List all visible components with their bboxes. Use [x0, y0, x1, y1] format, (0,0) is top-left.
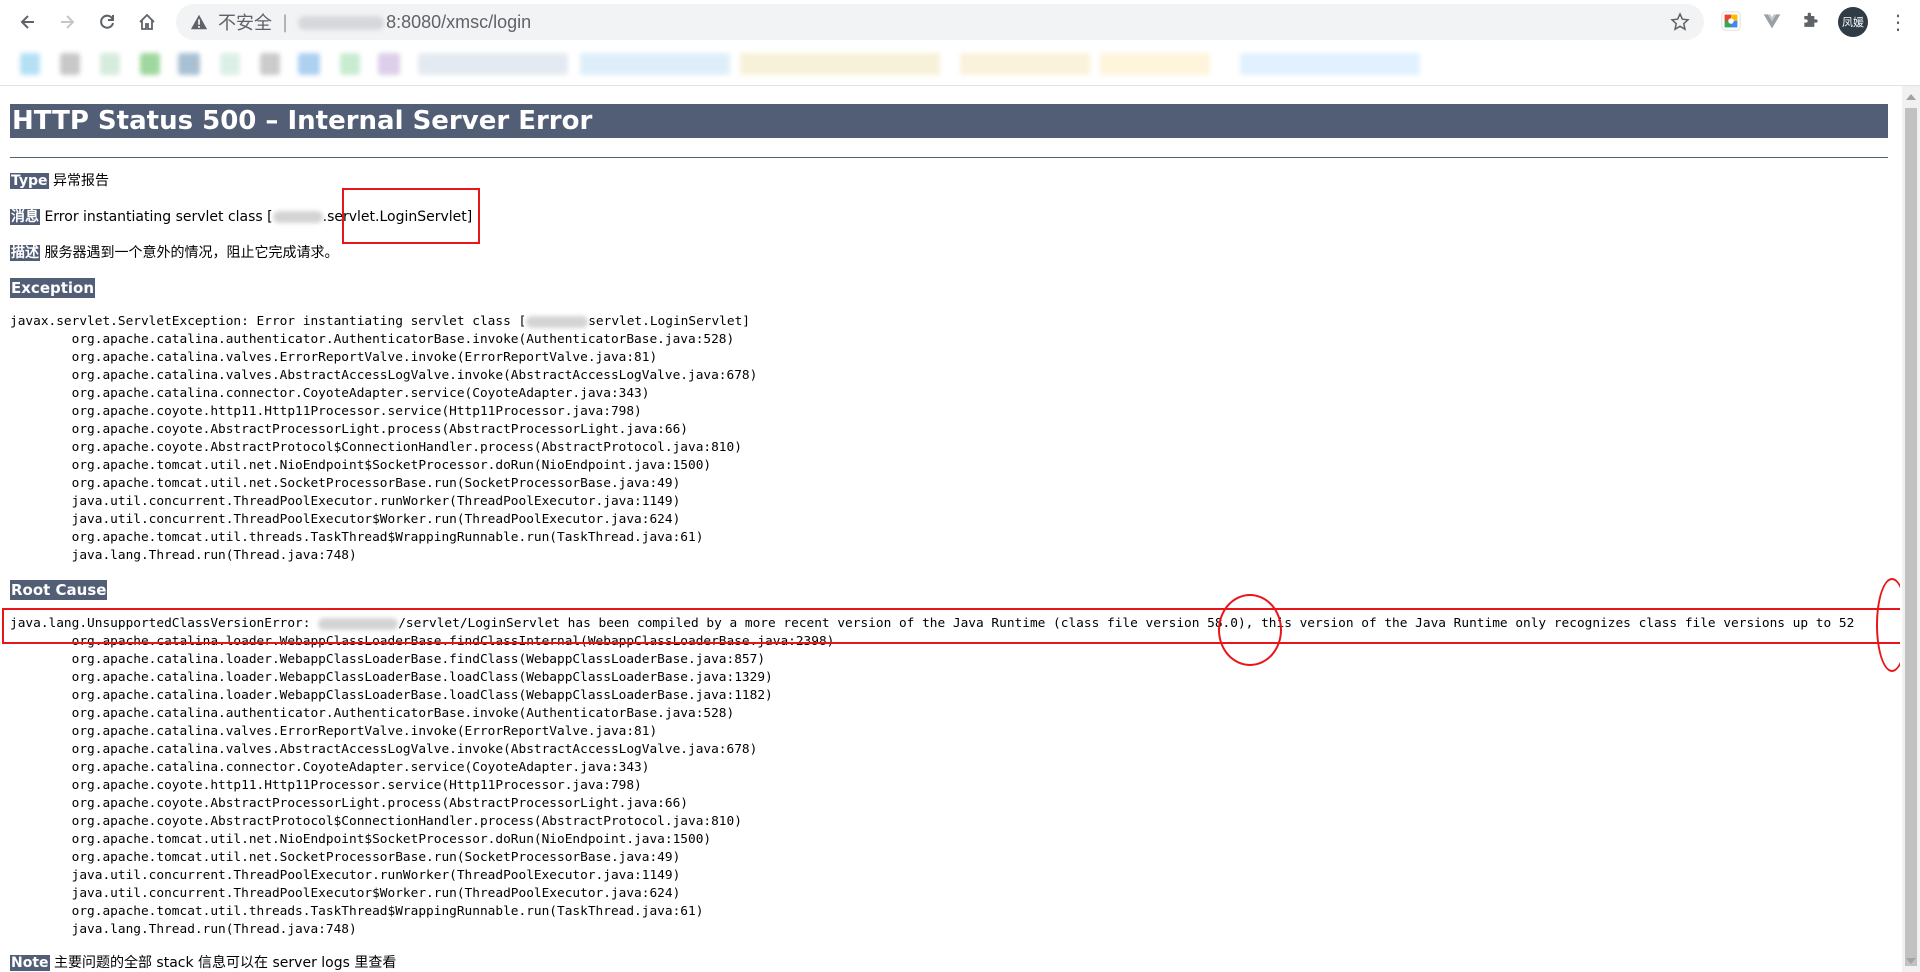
stack-trace-line: org.apache.tomcat.util.net.NioEndpoint$S… [71, 458, 712, 473]
extension-icon[interactable] [1718, 8, 1744, 34]
bookmark-item[interactable] [1100, 53, 1210, 75]
exception-stack-trace: org.apache.catalina.authenticator.Authen… [10, 331, 758, 565]
scrollbar-thumb[interactable] [1905, 108, 1917, 966]
reload-button[interactable] [87, 2, 127, 42]
divider [10, 157, 1888, 158]
stack-trace-line: org.apache.tomcat.util.threads.TaskThrea… [71, 904, 704, 919]
stack-trace-line: org.apache.tomcat.util.net.NioEndpoint$S… [71, 832, 712, 847]
exception-first-prefix: javax.servlet.ServletException: Error in… [10, 314, 527, 329]
note-label: Note [10, 955, 50, 971]
scroll-up-icon[interactable] [1906, 94, 1916, 100]
redacted-host [298, 15, 385, 30]
warning-icon[interactable] [190, 13, 208, 31]
forward-button[interactable] [47, 2, 87, 42]
stack-trace-line: org.apache.coyote.AbstractProcessorLight… [71, 422, 688, 437]
stack-trace-line: org.apache.coyote.AbstractProcessorLight… [71, 796, 688, 811]
stack-trace-line: org.apache.catalina.valves.AbstractAcces… [71, 742, 758, 757]
security-label[interactable]: 不安全 [218, 9, 272, 35]
stack-trace-line: org.apache.coyote.AbstractProtocol$Conne… [71, 814, 742, 829]
url-text[interactable]: 8:8080/xmsc/login [298, 12, 531, 33]
scroll-down-icon[interactable] [1906, 958, 1916, 964]
stack-trace-line: org.apache.catalina.loader.WebappClassLo… [71, 652, 766, 667]
bookmark-item[interactable] [220, 53, 240, 75]
forward-icon [61, 15, 75, 29]
address-bar[interactable]: 不安全 | 8:8080/xmsc/login [176, 4, 1704, 40]
annotation-box-root-cause [2, 608, 1900, 644]
page-content: HTTP Status 500 – Internal Server Error … [0, 86, 1900, 972]
bookmark-item[interactable] [418, 53, 568, 75]
bookmarks-bar [0, 45, 1920, 86]
bookmark-item[interactable] [260, 53, 280, 75]
back-icon [20, 15, 34, 29]
kebab-menu-icon[interactable]: ⋮ [1888, 8, 1908, 36]
stack-trace-line: java.lang.Thread.run(Thread.java:748) [71, 922, 357, 937]
note-row: Note 主要问题的全部 stack 信息可以在 server logs 里查看 [10, 953, 396, 972]
stack-trace-line: java.lang.Thread.run(Thread.java:748) [71, 548, 357, 563]
url-separator: | [282, 11, 289, 33]
home-icon [139, 13, 155, 30]
stack-trace-line: java.util.concurrent.ThreadPoolExecutor$… [71, 886, 681, 901]
redacted-package [526, 315, 589, 328]
description-value: 服务器遇到一个意外的情况，阻止它完成请求。 [44, 245, 339, 261]
stack-trace-line: java.util.concurrent.ThreadPoolExecutor.… [71, 494, 681, 509]
stack-trace-line: org.apache.tomcat.util.threads.TaskThrea… [71, 530, 704, 545]
stack-trace-line: org.apache.catalina.connector.CoyoteAdap… [71, 760, 650, 775]
stack-trace-line: org.apache.catalina.loader.WebappClassLo… [71, 670, 773, 685]
stack-trace-line: org.apache.catalina.authenticator.Authen… [71, 332, 735, 347]
annotation-ellipse-version-58 [1218, 594, 1282, 666]
browser-toolbar: 不安全 | 8:8080/xmsc/login 凤媛 ⋮ [0, 0, 1920, 45]
stack-trace-line: org.apache.coyote.http11.Http11Processor… [71, 404, 642, 419]
vue-devtools-icon[interactable] [1759, 8, 1785, 34]
annotation-ellipse-version-52 [1876, 578, 1900, 672]
stack-trace-line: org.apache.catalina.valves.ErrorReportVa… [71, 724, 658, 739]
stack-trace-line: org.apache.catalina.authenticator.Authen… [71, 706, 735, 721]
bookmark-item[interactable] [140, 53, 160, 75]
bookmark-item[interactable] [100, 53, 120, 75]
home-button[interactable] [127, 2, 167, 42]
annotation-box-servlet [342, 188, 480, 244]
stack-trace-line: java.util.concurrent.ThreadPoolExecutor.… [71, 868, 681, 883]
exception-first-line: javax.servlet.ServletException: Error in… [10, 313, 750, 331]
reload-icon [100, 14, 114, 29]
page-title: HTTP Status 500 – Internal Server Error [10, 104, 1888, 138]
bookmark-item[interactable] [1240, 53, 1420, 75]
bookmark-item[interactable] [178, 53, 200, 75]
star-icon[interactable] [1670, 12, 1690, 32]
stack-trace-line: org.apache.coyote.AbstractProtocol$Conne… [71, 440, 742, 455]
root-cause-heading: Root Cause [10, 580, 108, 600]
stack-trace-line: org.apache.coyote.http11.Http11Processor… [71, 778, 642, 793]
bookmark-item[interactable] [580, 53, 730, 75]
stack-trace-line: org.apache.catalina.connector.CoyoteAdap… [71, 386, 650, 401]
stack-trace-line: org.apache.tomcat.util.net.SocketProcess… [71, 476, 681, 491]
bookmark-item[interactable] [298, 53, 320, 75]
stack-trace-line: java.util.concurrent.ThreadPoolExecutor$… [71, 512, 681, 527]
puzzle-icon[interactable] [1798, 8, 1824, 34]
bookmark-item[interactable] [378, 53, 400, 75]
type-label: Type [10, 173, 49, 189]
url-path: 8:8080/xmsc/login [386, 11, 532, 32]
type-value: 异常报告 [52, 173, 109, 189]
description-label: 描述 [10, 245, 40, 261]
stack-trace-line: org.apache.catalina.loader.WebappClassLo… [71, 688, 773, 703]
description-row: 描述 服务器遇到一个意外的情况，阻止它完成请求。 [10, 243, 338, 263]
bookmark-item[interactable] [20, 53, 40, 75]
exception-first-suffix: servlet.LoginServlet] [588, 314, 750, 329]
root-cause-stack-trace: org.apache.catalina.loader.WebappClassLo… [10, 633, 835, 939]
bookmark-item[interactable] [960, 53, 1090, 75]
type-row: Type 异常报告 [10, 171, 109, 191]
stack-trace-line: org.apache.catalina.valves.AbstractAcces… [71, 368, 758, 383]
scrollbar[interactable] [1902, 86, 1920, 972]
redacted-package [272, 211, 323, 223]
message-label: 消息 [10, 209, 40, 225]
stack-trace-line: org.apache.tomcat.util.net.SocketProcess… [71, 850, 681, 865]
avatar[interactable]: 凤媛 [1838, 7, 1868, 37]
bookmark-item[interactable] [340, 53, 360, 75]
bookmark-item[interactable] [60, 53, 80, 75]
back-button[interactable] [8, 2, 48, 42]
exception-heading: Exception [10, 278, 96, 298]
note-value: 主要问题的全部 stack 信息可以在 server logs 里查看 [53, 955, 397, 971]
stack-trace-line: org.apache.catalina.valves.ErrorReportVa… [71, 350, 658, 365]
message-prefix: Error instantiating servlet class [ [44, 209, 273, 225]
bookmark-item[interactable] [740, 53, 940, 75]
